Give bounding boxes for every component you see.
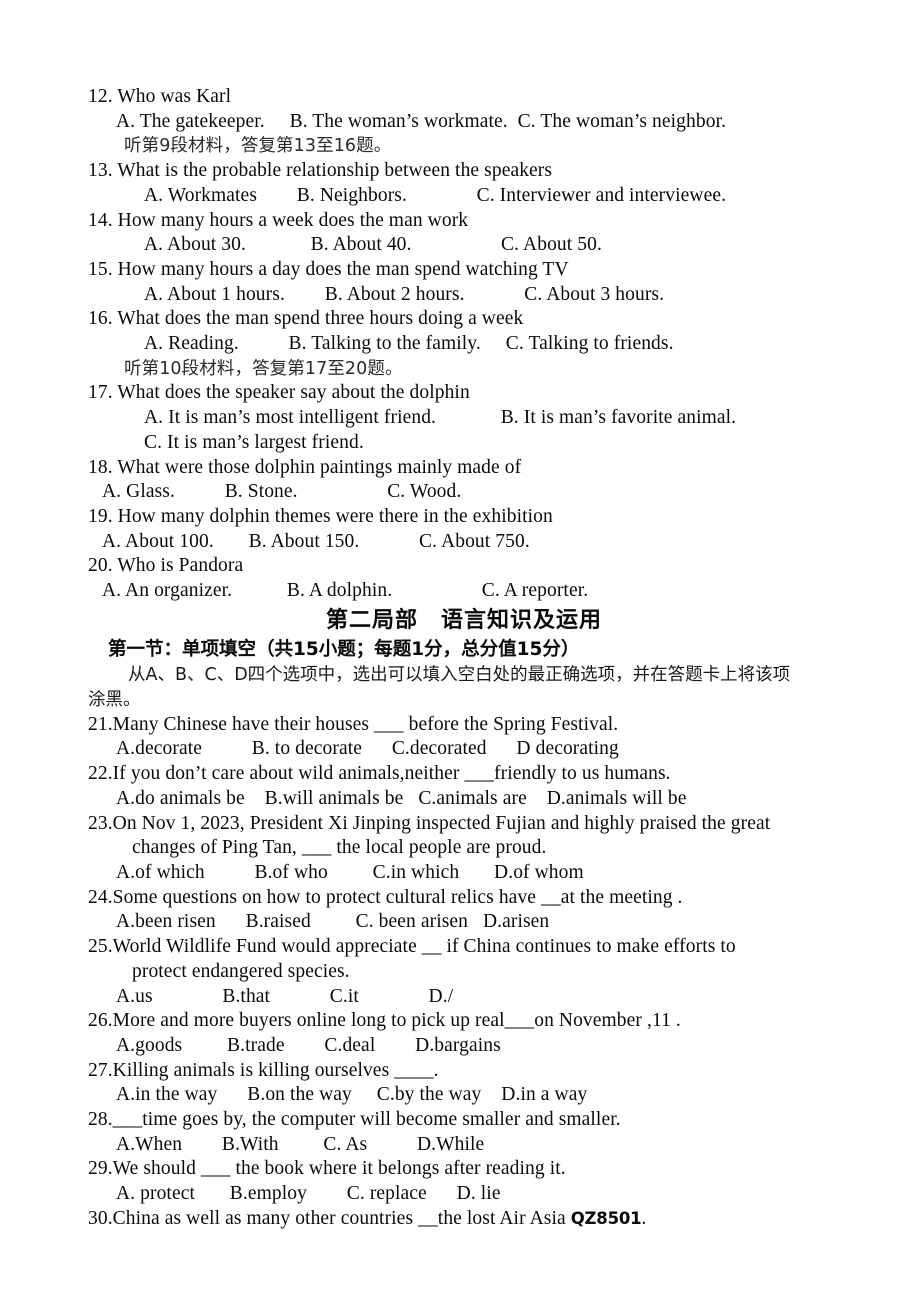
question-stem-28: 28.___time goes by, the computer will be…: [88, 1109, 621, 1131]
question-options-24: A.been risen B.raised C. been arisen D.a…: [116, 911, 550, 933]
instruction-line-1: 从A、B、C、D四个选项中，选出可以填入空白处的最正确选项，并在答题卡上将该项: [128, 664, 791, 685]
question-options-23: A.of which B.of who C.in which D.of whom: [116, 861, 584, 883]
question-stem-26: 26.More and more buyers online long to p…: [88, 1010, 681, 1032]
question-options-12: A. The gatekeeper. B. The woman’s workma…: [116, 110, 727, 132]
question-options-28: A.When B.With C. As D.While: [116, 1133, 485, 1155]
question-options-29: A. protect B.employ C. replace D. lie: [116, 1183, 501, 1205]
audio-cue-10: 听第10段材料，答复第17至20题。: [124, 358, 403, 379]
question-stem-13: 13. What is the probable relationship be…: [88, 160, 553, 182]
question-options-20: A. An organizer. B. A dolphin. C. A repo…: [102, 580, 589, 602]
question-stem-15: 15. How many hours a day does the man sp…: [88, 258, 569, 280]
flight-code-qz8501: QZ8501: [570, 1208, 642, 1228]
question-options-18: A. Glass. B. Stone. C. Wood.: [102, 481, 462, 503]
question-stem-24: 24.Some questions on how to protect cult…: [88, 886, 683, 908]
question-stem-29: 29.We should ___ the book where it belon…: [88, 1158, 566, 1180]
question-options-17-second: C. It is man’s largest friend.: [144, 431, 364, 453]
question-options-13: A. Workmates B. Neighbors. C. Interviewe…: [144, 184, 727, 206]
question-stem-21: 21.Many Chinese have their houses ___ be…: [88, 713, 619, 735]
question-options-14: A. About 30. B. About 40. C. About 50.: [144, 234, 602, 256]
question-options-15: A. About 1 hours. B. About 2 hours. C. A…: [144, 283, 665, 305]
question-stem-19: 19. How many dolphin themes were there i…: [88, 505, 553, 527]
question-30-prefix: 30.China as well as many other countries…: [88, 1207, 571, 1229]
question-options-26: A.goods B.trade C.deal D.bargains: [116, 1034, 501, 1056]
question-options-22: A.do animals be B.will animals be C.anim…: [116, 787, 687, 809]
question-stem-12: 12. Who was Karl: [88, 86, 232, 107]
question-options-17: A. It is man’s most intelligent friend. …: [144, 407, 737, 429]
question-stem-23: 23.On Nov 1, 2023, President Xi Jinping …: [88, 812, 771, 834]
question-options-16: A. Reading. B. Talking to the family. C.…: [144, 333, 674, 355]
question-stem-18: 18. What were those dolphin paintings ma…: [88, 456, 522, 478]
subsection-title: 第一节：单项填空（共15小题；每题1分，总分值15分）: [108, 638, 580, 660]
question-options-19: A. About 100. B. About 150. C. About 750…: [102, 530, 530, 552]
question-stem-20: 20. Who is Pandora: [88, 555, 244, 577]
question-stem-16: 16. What does the man spend three hours …: [88, 308, 524, 330]
question-stem-25: 25.World Wildlife Fund would appreciate …: [88, 936, 736, 958]
question-stem-22: 22.If you don’t care about wild animals,…: [88, 763, 671, 785]
question-options-21: A.decorate B. to decorate C.decorated D …: [116, 738, 619, 760]
question-stem-14: 14. How many hours a week does the man w…: [88, 209, 469, 231]
question-30-suffix: .: [641, 1207, 647, 1229]
instruction-line-2: 涂黑。: [88, 689, 141, 710]
question-stem-27: 27.Killing animals is killing ourselves …: [88, 1059, 439, 1081]
audio-cue-9: 听第9段材料，答复第13至16题。: [124, 136, 392, 157]
question-stem-17: 17. What does the speaker say about the …: [88, 382, 470, 404]
question-stem-30: 30.China as well as many other countries…: [88, 1207, 840, 1232]
question-options-27: A.in the way B.on the way C.by the way D…: [116, 1084, 588, 1106]
exam-page: 12. Who was Karl A. The gatekeeper. B. T…: [0, 0, 920, 1302]
question-options-25: A.us B.that C.it D./: [116, 985, 454, 1007]
part-two-title: 第二局部 语言知识及运用: [325, 607, 602, 633]
question-stem-23-continued: changes of Ping Tan, ___ the local peopl…: [132, 837, 547, 859]
question-stem-25-continued: protect endangered species.: [132, 960, 350, 982]
